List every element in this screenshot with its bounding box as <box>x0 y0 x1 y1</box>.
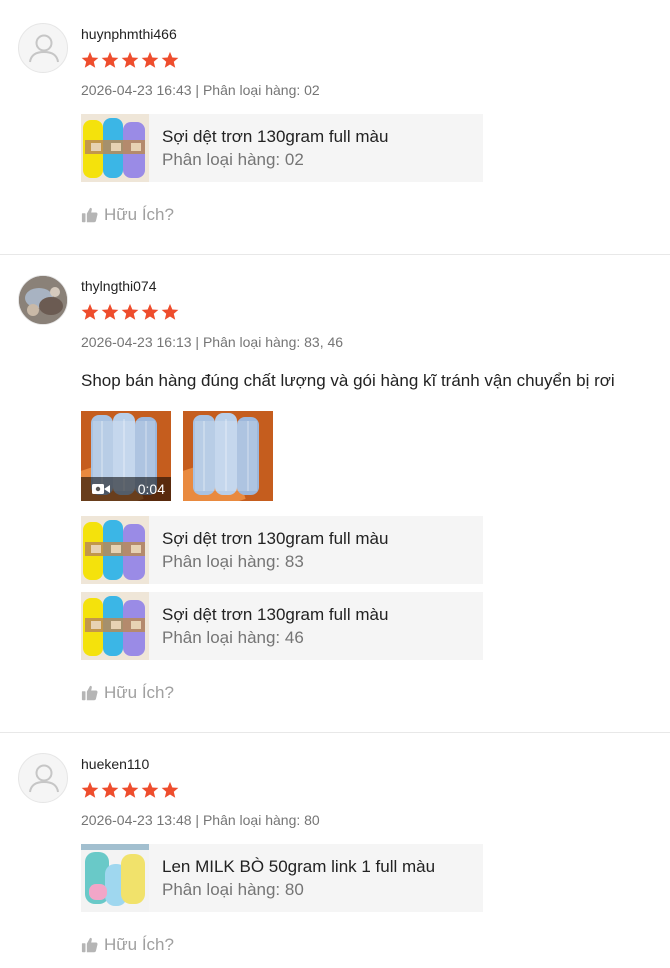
default-avatar-icon <box>19 754 68 803</box>
video-overlay: 0:04 <box>81 477 171 501</box>
star-icon <box>141 303 159 321</box>
star-icon <box>141 781 159 799</box>
product-name: Sợi dệt trơn 130gram full màu <box>162 127 389 146</box>
star-icon <box>101 303 119 321</box>
rating-stars <box>81 51 660 69</box>
star-icon <box>161 51 179 69</box>
review-card: hueken110 2026-04-23 13:48 | Phân loại h… <box>0 733 670 968</box>
thumbs-up-icon <box>81 684 99 702</box>
username[interactable]: hueken110 <box>81 754 660 774</box>
star-icon <box>81 51 99 69</box>
review-photo[interactable] <box>183 411 273 501</box>
product-item[interactable]: Sợi dệt trơn 130gram full màu Phân loại … <box>81 114 483 182</box>
helpful-label: Hữu Ích? <box>104 205 174 224</box>
star-icon <box>121 781 139 799</box>
review-card: huynphmthi466 2026-04-23 16:43 | Phân lo… <box>0 0 670 255</box>
product-item[interactable]: Sợi dệt trơn 130gram full màu Phân loại … <box>81 592 483 660</box>
avatar[interactable] <box>18 753 68 803</box>
review-meta: 2026-04-23 13:48 | Phân loại hàng: 80 <box>81 812 320 828</box>
helpful-button[interactable]: Hữu Ích? <box>81 935 660 955</box>
helpful-button[interactable]: Hữu Ích? <box>81 205 660 225</box>
avatar[interactable] <box>18 275 68 325</box>
video-duration: 0:04 <box>137 481 165 497</box>
product-thumbnail <box>81 516 149 584</box>
default-avatar-icon <box>19 24 68 73</box>
video-camera-icon <box>91 481 111 497</box>
helpful-label: Hữu Ích? <box>104 935 174 954</box>
star-icon <box>101 781 119 799</box>
product-name: Len MILK BÒ 50gram link 1 full màu <box>162 857 436 876</box>
helpful-label: Hữu Ích? <box>104 683 174 702</box>
rating-stars <box>81 781 660 799</box>
review-comment: Shop bán hàng đúng chất lượng và gói hàn… <box>81 371 615 390</box>
rating-stars <box>81 303 660 321</box>
review-meta: 2026-04-23 16:13 | Phân loại hàng: 83, 4… <box>81 334 344 350</box>
review-video[interactable]: 0:04 <box>81 411 171 501</box>
product-thumbnail <box>81 844 149 912</box>
product-variation: Phân loại hàng: 02 <box>162 150 304 169</box>
product-item[interactable]: Len MILK BÒ 50gram link 1 full màu Phân … <box>81 844 483 912</box>
star-icon <box>161 781 179 799</box>
thumbs-up-icon <box>81 936 99 954</box>
star-icon <box>81 303 99 321</box>
star-icon <box>81 781 99 799</box>
thumbs-up-icon <box>81 206 99 224</box>
username[interactable]: thylngthi074 <box>81 276 660 296</box>
star-icon <box>141 51 159 69</box>
product-thumbnail <box>81 592 149 660</box>
review-card: thylngthi074 2026-04-23 16:13 | Phân loạ… <box>0 255 670 733</box>
star-icon <box>161 303 179 321</box>
product-variation: Phân loại hàng: 83 <box>162 552 304 571</box>
product-item[interactable]: Sợi dệt trơn 130gram full màu Phân loại … <box>81 516 483 584</box>
review-meta: 2026-04-23 16:43 | Phân loại hàng: 02 <box>81 82 320 98</box>
product-thumbnail <box>81 114 149 182</box>
star-icon <box>101 51 119 69</box>
product-name: Sợi dệt trơn 130gram full màu <box>162 529 389 548</box>
product-variation: Phân loại hàng: 80 <box>162 880 304 899</box>
star-icon <box>121 51 139 69</box>
username[interactable]: huynphmthi466 <box>81 24 660 44</box>
helpful-button[interactable]: Hữu Ích? <box>81 683 660 703</box>
user-photo-avatar <box>19 276 67 324</box>
star-icon <box>121 303 139 321</box>
avatar[interactable] <box>18 23 68 73</box>
product-name: Sợi dệt trơn 130gram full màu <box>162 605 389 624</box>
product-variation: Phân loại hàng: 46 <box>162 628 304 647</box>
review-media: 0:04 <box>81 411 660 501</box>
